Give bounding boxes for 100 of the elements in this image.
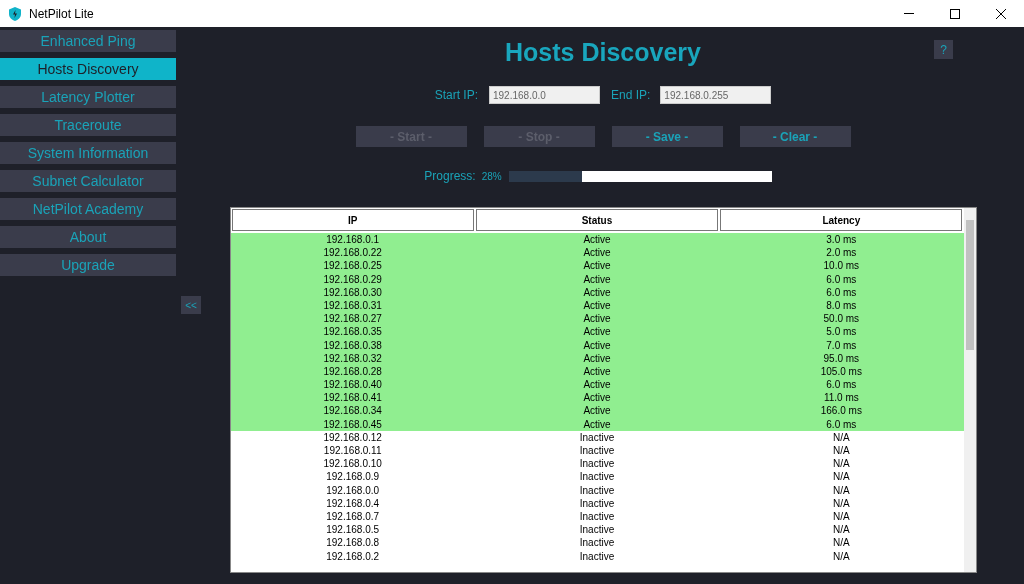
progress-label: Progress: (424, 168, 476, 185)
table-cell-text: N/A (832, 457, 851, 471)
page-heading: Hosts Discovery (505, 37, 701, 68)
table-cell-text: 192.168.0.22 (322, 246, 383, 260)
scrollbar-thumb[interactable] (965, 220, 974, 350)
table-cell-text: Active (582, 298, 612, 313)
help-button[interactable]: ? (934, 40, 953, 59)
table-cell-text: 192.168.0.1 (325, 233, 381, 247)
sidebar-item[interactable]: System Information (0, 142, 176, 164)
table-cell-text: 192.168.0.25 (322, 259, 383, 273)
sidebar-item[interactable]: Subnet Calculator (0, 170, 176, 192)
active-host-row[interactable]: 192.168.0.1 Active 3.0 ms (230, 233, 964, 247)
collapse-sidebar-button[interactable]: << (181, 296, 201, 314)
table-cell-text: Active (582, 312, 612, 326)
table-cell-text: Inactive (578, 483, 616, 497)
table-cell-text: N/A (832, 549, 851, 563)
table-cell-text: 10.0 ms (822, 259, 861, 273)
table-cell-text: N/A (832, 509, 851, 524)
table-cell-text: Active (582, 246, 612, 260)
table-cell-text: 192.168.0.2 (325, 549, 381, 563)
table-cell-text: 192.168.0.35 (322, 325, 383, 339)
maximize-icon (950, 8, 960, 19)
table-cell-text: 192.168.0.32 (322, 351, 383, 365)
table-cell-text: N/A (832, 536, 851, 550)
table-cell-text: 6.0 ms (825, 417, 858, 431)
sidebar-item[interactable]: Latency Plotter (0, 86, 176, 108)
column-header[interactable]: IP (231, 209, 474, 231)
active-host-row[interactable]: 192.168.0.22 Active 2.0 ms (230, 246, 964, 260)
table-cell-text: 192.168.0.8 (325, 536, 381, 550)
sidebar-item[interactable]: About (0, 226, 176, 248)
table-cell-text: 8.0 ms (825, 298, 858, 313)
table-cell-text: 192.168.0.12 (322, 430, 383, 444)
table-cell-text: Active (582, 285, 612, 299)
table-cell-text: Active (582, 259, 612, 273)
table-cell-text: N/A (832, 523, 851, 537)
table-cell-text: 166.0 ms (819, 404, 863, 418)
table-cell-text: 192.168.0.11 (322, 444, 383, 458)
table-cell-text: 11.0 ms (822, 391, 860, 405)
start-ip-label: Start IP: (434, 87, 478, 104)
sidebar-item[interactable]: NetPilot Academy (0, 198, 176, 220)
table-cell-text: 192.168.0.29 (322, 272, 383, 286)
table-cell-text: 192.168.0.45 (322, 417, 383, 431)
table-cell-text: 6.0 ms (825, 285, 858, 299)
table-cell-text: Inactive (578, 457, 616, 471)
window-title: NetPilot Lite (29, 5, 94, 23)
table-cell-text: Inactive (578, 536, 616, 550)
table-cell-text: 5.0 ms (825, 325, 858, 339)
table-cell-text: Active (582, 338, 612, 352)
table-cell-text: Active (582, 378, 612, 392)
sidebar-item[interactable]: Enhanced Ping (0, 30, 176, 52)
table-cell-text: N/A (832, 496, 851, 510)
active-host-row[interactable]: 192.168.0.40 Active 6.0 ms (230, 378, 964, 392)
table-cell-text: 105.0 ms (819, 364, 863, 379)
scrollbar[interactable] (963, 208, 976, 572)
table-cell-text: 192.168.0.4 (325, 496, 381, 510)
table-cell-text: N/A (832, 470, 851, 484)
sidebar-item[interactable]: Upgrade (0, 254, 176, 276)
table-cell-text: Active (582, 404, 612, 418)
table-cell-text: N/A (832, 430, 851, 444)
table-cell-text: Active (582, 351, 612, 365)
table-cell-text: 50.0 ms (822, 312, 861, 326)
table-cell-text: Inactive (578, 430, 616, 444)
progress-reading: 28% (481, 169, 502, 184)
end-ip-label: End IP: (611, 87, 651, 104)
table-cell-text: Active (582, 364, 612, 379)
minimize-icon (904, 13, 914, 14)
table-cell-text: N/A (832, 483, 851, 497)
table-cell-text: Active (582, 417, 612, 431)
table-cell-text: 6.0 ms (825, 378, 858, 392)
close-icon (996, 8, 1006, 19)
sidebar-item[interactable]: Hosts Discovery (0, 58, 176, 80)
table-cell-text: 192.168.0.10 (322, 457, 383, 471)
table-cell-text: Inactive (578, 496, 616, 510)
column-header[interactable]: Latency (720, 209, 963, 231)
active-host-row[interactable]: 192.168.0.34 Active 166.0 ms (230, 404, 964, 418)
action-button[interactable]: - Clear - (739, 126, 851, 147)
active-host-row[interactable]: 192.168.0.27 Active 50.0 ms (230, 312, 964, 326)
table-cell-text: 192.168.0.38 (322, 338, 383, 352)
table-cell-text: 192.168.0.28 (322, 364, 383, 379)
active-host-row[interactable]: 192.168.0.35 Active 5.0 ms (230, 325, 964, 339)
table-cell-text: Active (582, 325, 612, 339)
table-cell-text: 192.168.0.0 (325, 483, 381, 497)
sidebar-item[interactable]: Traceroute (0, 114, 176, 136)
start-ip-field[interactable]: 192.168.0.0 (489, 86, 600, 104)
end-ip-field[interactable]: 192.168.0.255 (660, 86, 772, 104)
table-cell-text: 6.0 ms (825, 272, 858, 286)
table-cell-text: N/A (832, 444, 851, 458)
column-header[interactable]: Status (475, 209, 719, 231)
table-cell-text: 192.168.0.9 (325, 470, 381, 484)
table-cell-text: Inactive (578, 523, 616, 537)
table-cell-text: 192.168.0.7 (325, 509, 381, 524)
active-host-row[interactable]: 192.168.0.25 Active 10.0 ms (230, 259, 964, 273)
active-host-row[interactable]: 192.168.0.41 Active 11.0 ms (230, 391, 964, 405)
table-cell-text: 192.168.0.41 (322, 391, 383, 405)
table-cell-text: 192.168.0.34 (322, 404, 383, 418)
table-cell-text: 3.0 ms (825, 233, 858, 247)
table-cell-text: 7.0 ms (825, 338, 858, 352)
action-button[interactable]: - Save - (611, 126, 723, 147)
table-cell-text: Inactive (578, 444, 616, 458)
table-cell-text: 192.168.0.27 (322, 312, 383, 326)
